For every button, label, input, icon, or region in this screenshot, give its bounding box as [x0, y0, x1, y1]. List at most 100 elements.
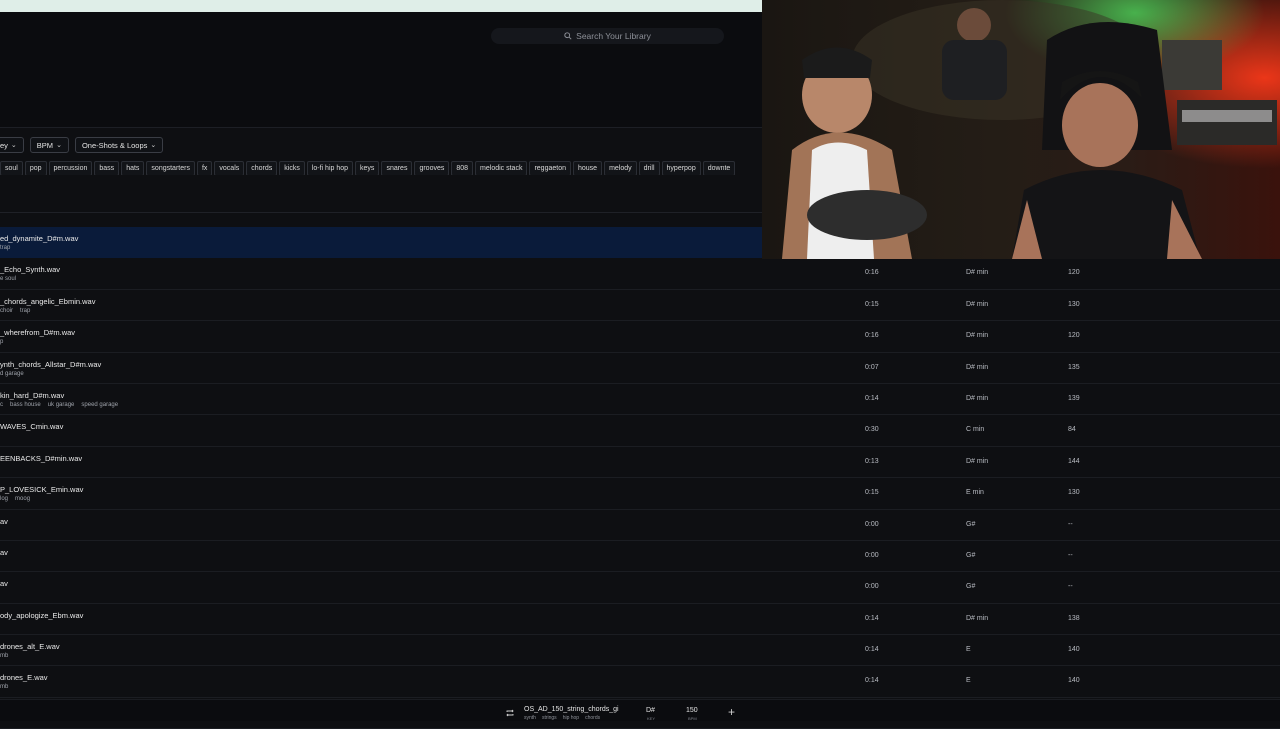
sample-key: D# min: [966, 332, 989, 340]
sample-row[interactable]: av 0:00 G# --: [0, 510, 1280, 541]
sample-tag[interactable]: moog: [15, 496, 30, 502]
sample-row[interactable]: ynth_chords_Allstar_D#m.wav d garage 0:07 D…: [0, 353, 1280, 384]
chevron-down-icon: ⌄: [56, 142, 62, 149]
sample-tag[interactable]: e soul: [0, 276, 16, 282]
sample-filename: _Echo_Synth.wav: [0, 265, 61, 275]
tag-chip[interactable]: fx: [196, 161, 213, 175]
tag-chip[interactable]: vocals: [214, 161, 245, 175]
tag-chip[interactable]: downte: [702, 161, 736, 175]
key-filter-label: ey: [0, 140, 8, 150]
now-playing-tag: hip hop: [562, 715, 580, 721]
tag-chip[interactable]: 808: [451, 161, 474, 175]
type-filter-label: One-Shots & Loops: [81, 140, 148, 150]
sample-row[interactable]: _wherefrom_D#m.wav p 0:16 D# min 120: [0, 321, 1280, 353]
tag-chip[interactable]: house: [572, 161, 603, 175]
tag-chip[interactable]: reggaeton: [529, 161, 571, 175]
tag-chip[interactable]: keys: [355, 161, 380, 175]
sample-key: G#: [966, 583, 976, 591]
tag-chip[interactable]: percussion: [48, 161, 93, 175]
sample-duration: 0:13: [865, 457, 879, 465]
sample-duration: 0:14: [865, 614, 879, 622]
sample-duration: 0:14: [865, 394, 879, 402]
sample-filename: _wherefrom_D#m.wav: [0, 328, 76, 338]
sample-row[interactable]: ody_apologize_Ebm.wav 0:14 D# min 138: [0, 604, 1280, 636]
sample-tag[interactable]: choir: [0, 308, 13, 314]
sample-bpm: 135: [1068, 363, 1080, 371]
filter-bar: ey ⌄ BPM ⌄ One-Shots & Loops ⌄: [0, 137, 164, 153]
sample-key: D# min: [966, 457, 989, 465]
sample-tags: e soul: [0, 276, 23, 282]
sample-row[interactable]: EENBACKS_D#min.wav 0:13 D# min 144: [0, 447, 1280, 479]
library-header: Search Your Library: [0, 12, 762, 128]
sample-bpm: 130: [1068, 300, 1080, 308]
sample-tags: mb: [0, 684, 15, 690]
sample-row[interactable]: av 0:00 G# --: [0, 572, 1280, 604]
search-placeholder: Search Your Library: [576, 31, 651, 41]
sample-row[interactable]: drones_alt_E.wav mb 0:14 E 140: [0, 635, 1280, 667]
tag-chip[interactable]: melodic stack: [475, 161, 528, 175]
sample-key: G#: [966, 551, 976, 559]
bpm-filter-dropdown[interactable]: BPM ⌄: [29, 137, 69, 153]
now-playing-tag: strings: [541, 715, 557, 721]
sample-key: D# min: [966, 300, 989, 308]
tag-chip[interactable]: hyperpop: [661, 161, 701, 175]
search-input[interactable]: Search Your Library: [491, 28, 724, 44]
sample-row[interactable]: _Echo_Synth.wav e soul 0:16 D# min 120: [0, 258, 1280, 290]
sample-row[interactable]: kin_hard_D#m.wavc bass house uk garage spee…: [0, 384, 1280, 416]
sample-tag[interactable]: c: [0, 402, 3, 408]
type-filter-dropdown[interactable]: One-Shots & Loops ⌄: [74, 137, 164, 153]
divider: [0, 212, 762, 213]
tag-chip[interactable]: pop: [24, 161, 47, 175]
tag-filter-list: soul pop percussion bass hats songstarters fx v…: [0, 161, 762, 175]
sample-row[interactable]: drones_E.wav mb 0:14 E 140: [0, 666, 1280, 698]
tag-chip[interactable]: kicks: [279, 161, 305, 175]
sample-tags: p: [0, 339, 10, 345]
sample-bpm: 139: [1068, 394, 1080, 402]
sample-filename: av: [0, 516, 8, 526]
sample-tag[interactable]: mb: [0, 653, 8, 659]
tag-chip[interactable]: songstarters: [146, 161, 195, 175]
sample-tag[interactable]: log: [0, 496, 8, 502]
key-filter-dropdown[interactable]: ey ⌄: [0, 137, 24, 153]
sample-bpm: --: [1068, 583, 1073, 591]
sample-row[interactable]: _chords_angelic_Ebmin.wav choir trap 0:15 D#…: [0, 290, 1280, 322]
add-icon[interactable]: +: [728, 706, 735, 718]
sample-tag[interactable]: mb: [0, 684, 8, 690]
sample-key: D# min: [966, 363, 989, 371]
sample-filename: drones_E.wav: [0, 673, 48, 683]
sample-tags: log moog: [0, 496, 37, 502]
tag-chip[interactable]: melody: [604, 161, 637, 175]
sample-key: D# min: [966, 269, 989, 277]
sample-key: C min: [966, 426, 985, 434]
sample-tag[interactable]: speed garage: [81, 402, 118, 408]
sample-tag[interactable]: trap: [20, 308, 30, 314]
sample-list: ed_dynamite_D#m.wav trap _Echo_Synth.wav e …: [0, 227, 1280, 729]
sample-tag[interactable]: uk garage: [48, 402, 75, 408]
sample-bpm: 140: [1068, 646, 1080, 654]
sample-filename: P_LOVESICK_Emin.wav: [0, 485, 84, 495]
tag-chip[interactable]: drill: [638, 161, 660, 175]
tag-chip[interactable]: hats: [121, 161, 145, 175]
sample-key: D# min: [966, 394, 989, 402]
tag-chip[interactable]: lo-fi hip hop: [306, 161, 354, 175]
sample-duration: 0:15: [865, 300, 879, 308]
now-playing-tags: synth strings hip hop chords: [524, 715, 606, 721]
sample-row[interactable]: av 0:00 G# --: [0, 541, 1280, 573]
sample-tag[interactable]: bass house: [10, 402, 41, 408]
tag-chip[interactable]: grooves: [414, 161, 450, 175]
sample-row[interactable]: P_LOVESICK_Emin.wav log moog 0:15 E min 130: [0, 478, 1280, 510]
sample-tag[interactable]: p: [0, 339, 3, 345]
sample-duration: 0:16: [865, 269, 879, 277]
sample-tag[interactable]: trap: [0, 245, 10, 251]
tag-chip[interactable]: soul: [0, 161, 23, 175]
tag-chip[interactable]: chords: [246, 161, 278, 175]
sample-bpm: 130: [1068, 489, 1080, 497]
sample-key: G#: [966, 520, 976, 528]
sample-tag[interactable]: d garage: [0, 371, 24, 377]
sample-row[interactable]: WAVES_Cmin.wav 0:30 C min 84: [0, 415, 1280, 447]
repeat-icon[interactable]: [505, 708, 515, 718]
sample-filename: kin_hard_D#m.wav: [0, 390, 65, 400]
tag-chip[interactable]: snares: [381, 161, 413, 175]
tag-chip[interactable]: bass: [94, 161, 120, 175]
sample-duration: 0:16: [865, 332, 879, 340]
